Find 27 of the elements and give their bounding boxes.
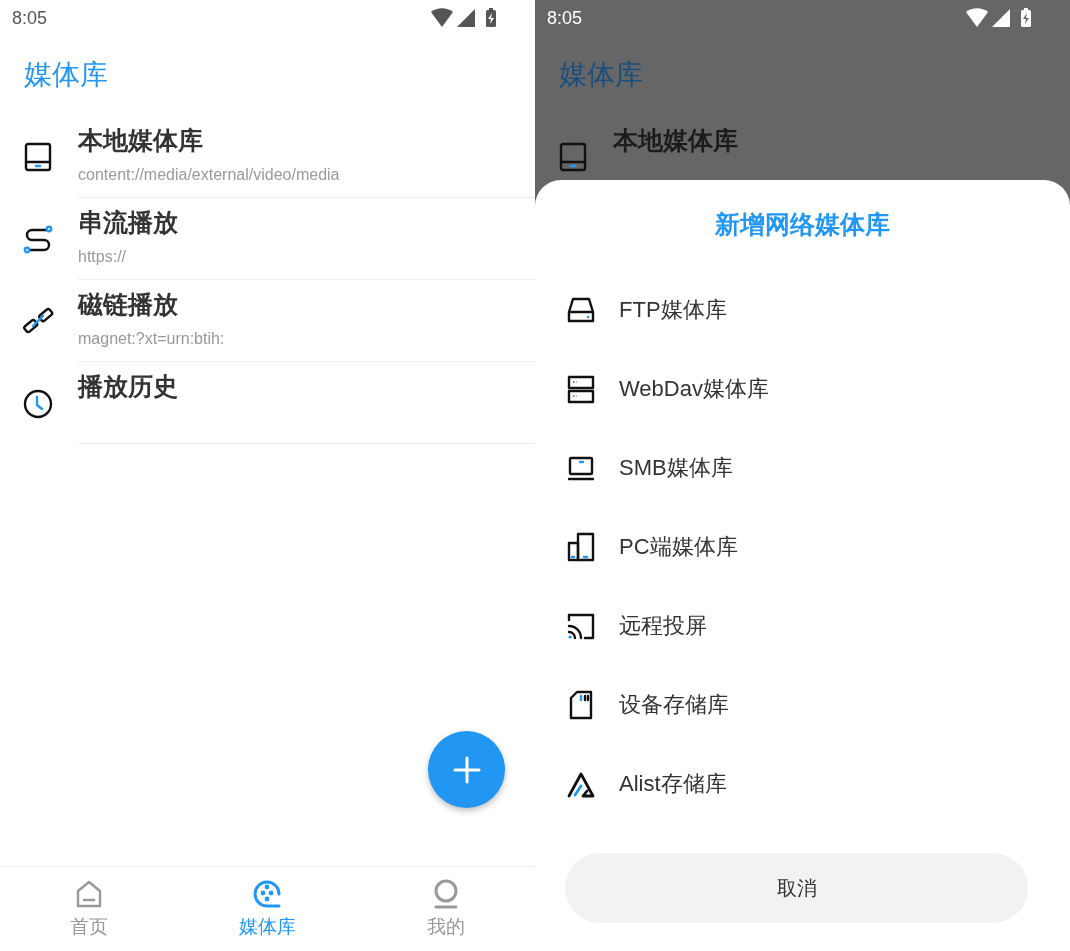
sheet-option[interactable]: SMB媒体库 bbox=[535, 428, 1070, 507]
sheet-title: 新增网络媒体库 bbox=[714, 209, 891, 240]
status-time: 8:05 bbox=[12, 7, 48, 29]
clock-icon bbox=[21, 387, 54, 419]
library-item-path: content://media/external/video/media bbox=[78, 166, 341, 184]
plus-icon bbox=[452, 755, 481, 784]
library-item-title[interactable]: 播放历史 bbox=[78, 370, 535, 404]
sheet-option[interactable]: WebDav媒体库 bbox=[535, 349, 1070, 428]
route-icon bbox=[21, 223, 54, 255]
page-title: 媒体库 bbox=[558, 58, 644, 92]
status-time: 8:05 bbox=[547, 7, 583, 29]
library-item-title[interactable]: 本地媒体库 bbox=[78, 124, 535, 158]
status-icons-drawing bbox=[966, 7, 1032, 29]
sheet-option[interactable]: PC端媒体库 bbox=[535, 507, 1070, 586]
sheet-option[interactable]: 设备存储库 bbox=[535, 665, 1070, 744]
library-item-path: https:// bbox=[78, 248, 128, 266]
page-title: 媒体库 bbox=[23, 58, 109, 92]
library-item-title[interactable]: 串流播放 bbox=[78, 206, 535, 240]
sheet-option[interactable]: FTP媒体库 bbox=[535, 270, 1070, 349]
sheet-option[interactable]: Alist存储库 bbox=[535, 744, 1070, 823]
devices-icon bbox=[565, 530, 597, 563]
cancel-button[interactable]: 取消 bbox=[565, 853, 1028, 923]
status-icons-drawing bbox=[431, 7, 497, 29]
sheet-option[interactable]: 远程投屏 bbox=[535, 586, 1070, 665]
library-item-path: magnet:?xt=urn:btih: bbox=[78, 330, 226, 348]
add-button[interactable] bbox=[428, 731, 505, 808]
library-item-title[interactable]: 磁链播放 bbox=[78, 288, 535, 322]
